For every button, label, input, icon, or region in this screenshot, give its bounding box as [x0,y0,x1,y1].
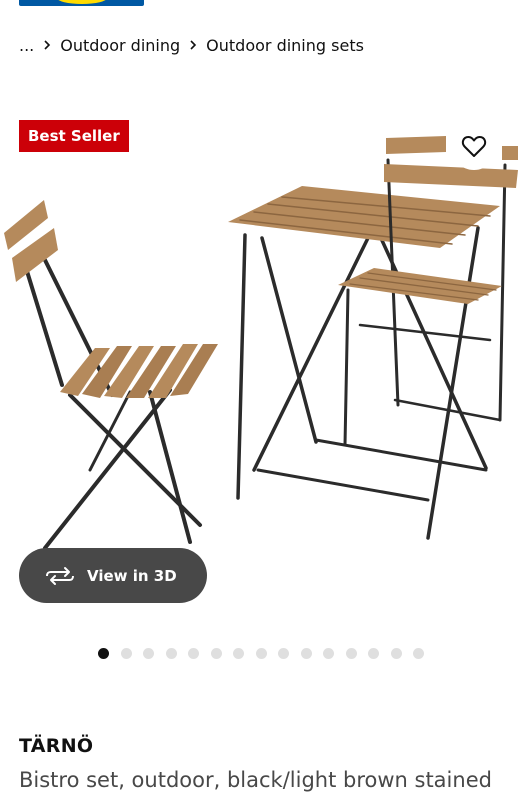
gallery-dot[interactable] [98,648,109,659]
gallery-dot[interactable] [210,648,222,659]
gallery-dot[interactable] [323,648,334,659]
gallery-dot[interactable] [345,648,357,659]
breadcrumb-outdoor-dining-sets[interactable]: Outdoor dining sets [206,36,364,55]
chair-right [338,136,518,447]
product-image[interactable] [0,118,531,558]
breadcrumb-ellipsis[interactable]: ... [19,36,34,55]
gallery-dot[interactable] [368,648,379,659]
gallery-dot[interactable] [165,648,177,659]
gallery-dot[interactable] [143,648,154,659]
logo-oval [57,0,107,4]
gallery-dot[interactable] [300,648,312,659]
view-in-3d-button[interactable]: View in 3D [19,548,207,603]
best-seller-badge: Best Seller [19,120,129,152]
breadcrumb: ... Outdoor dining Outdoor dining sets [19,33,364,57]
heart-icon [461,136,487,157]
gallery-dot[interactable] [233,648,244,659]
rotate-3d-icon [46,566,74,585]
breadcrumb-outdoor-dining[interactable]: Outdoor dining [60,36,180,55]
chevron-right-icon [34,40,60,50]
view-in-3d-label: View in 3D [87,566,177,585]
gallery-dot[interactable] [120,648,132,659]
gallery-dot[interactable] [278,648,289,659]
product-description: Bistro set, outdoor, black/light brown s… [19,768,492,792]
chair-left [4,200,218,550]
gallery-dot[interactable] [390,648,402,659]
chevron-right-icon [180,40,206,50]
gallery-dot[interactable] [255,648,267,659]
gallery-dot[interactable] [413,648,424,659]
gallery-pagination [98,648,424,659]
product-name: TÄRNÖ [19,735,94,757]
table [228,186,500,540]
wishlist-button[interactable] [451,124,497,170]
ikea-logo[interactable] [19,0,144,6]
gallery-dot[interactable] [188,648,199,659]
